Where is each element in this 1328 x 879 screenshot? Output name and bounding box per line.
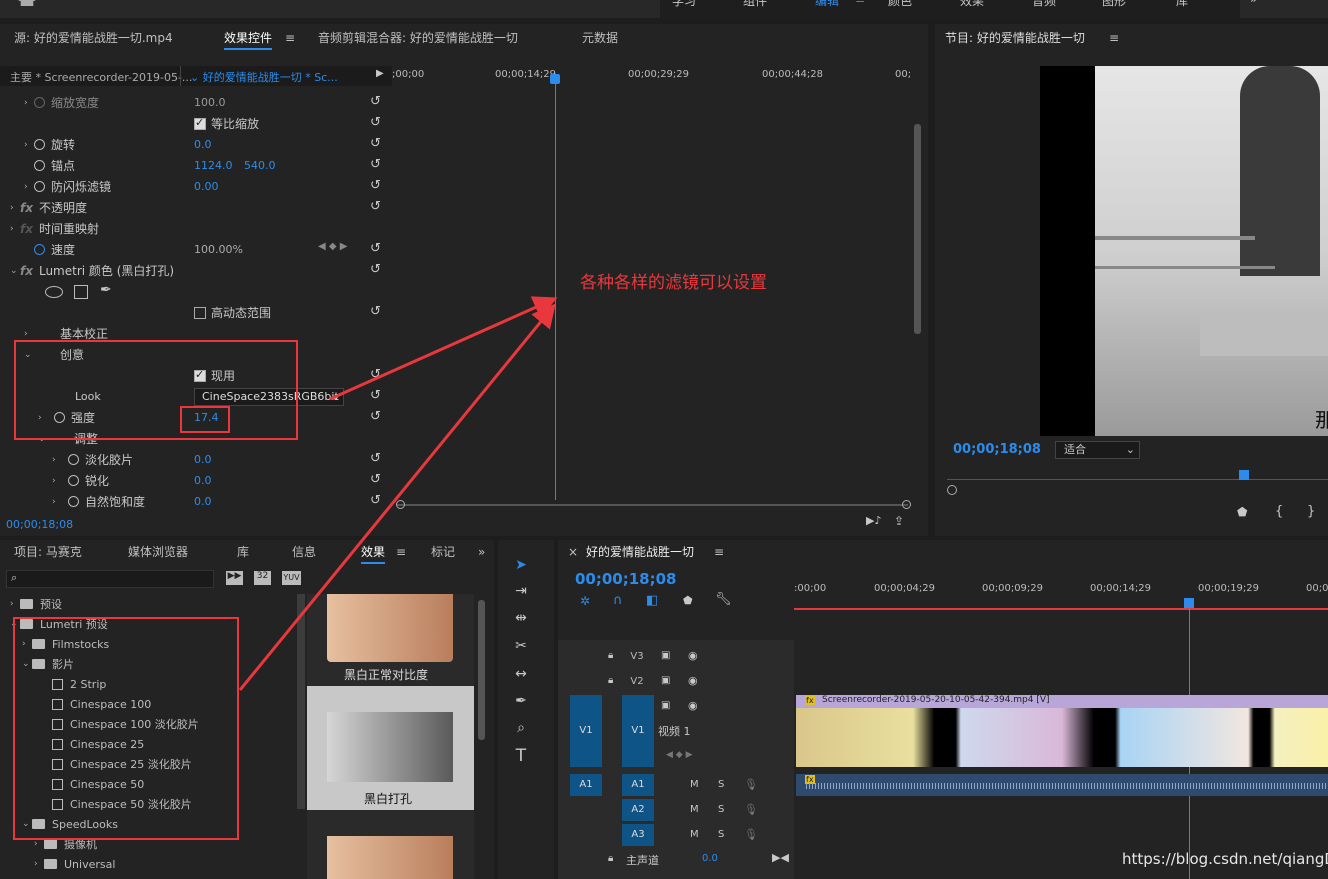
annotation-text: 各种各样的滤镜可以设置 xyxy=(580,273,767,293)
annotation-arrows xyxy=(238,296,558,691)
watermark: https://blog.csdn.net/qiangD xyxy=(1122,850,1328,868)
